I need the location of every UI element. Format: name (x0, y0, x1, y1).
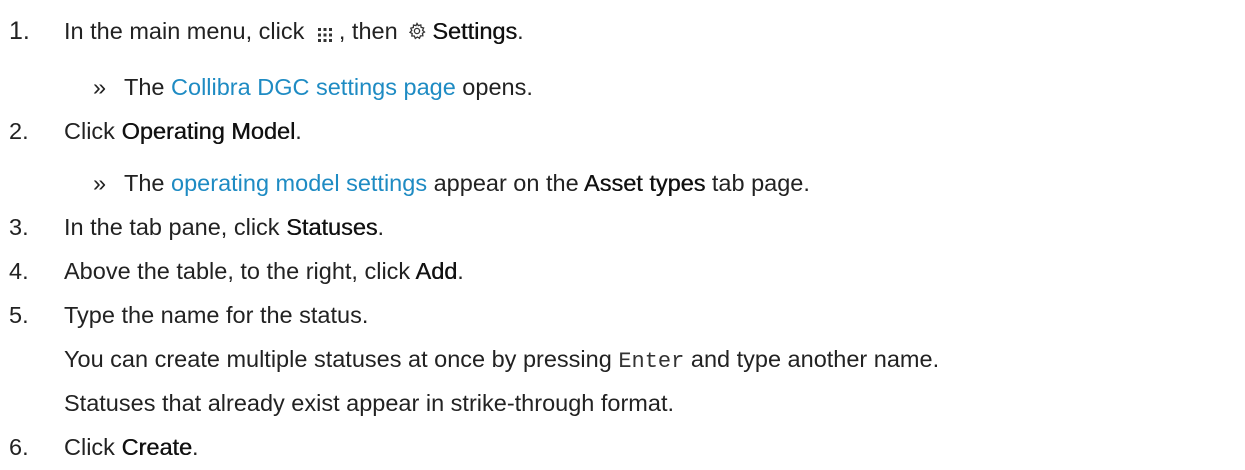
settings-page-link[interactable]: Collibra DGC settings page (171, 74, 456, 100)
step-number: 3. (9, 214, 29, 240)
step-text: Click Create. (64, 434, 199, 460)
step-text: Click Operating Model. (64, 118, 302, 144)
step-number: 6. (9, 434, 29, 460)
step-text: In the main menu, click , then Settings. (64, 18, 524, 44)
step-text: In the tab pane, click Statuses. (64, 214, 385, 240)
step-number: 5. (9, 302, 29, 328)
step-text: Type the name for the status. (64, 302, 369, 328)
step-number: 4. (9, 258, 29, 284)
step-number: 2. (9, 118, 29, 144)
grid-menu-icon (317, 21, 333, 42)
procedure-steps: 1. In the main menu, click , then Settin… (9, 17, 940, 460)
step-text: Above the table, to the right, click Add… (64, 258, 464, 284)
key-name: Enter (618, 349, 685, 374)
result-marker: » (93, 74, 107, 100)
operating-model-settings-link[interactable]: operating model settings (171, 170, 427, 196)
result-marker: » (93, 170, 107, 196)
step-number: 1. (9, 17, 30, 45)
gear-icon (408, 18, 426, 40)
